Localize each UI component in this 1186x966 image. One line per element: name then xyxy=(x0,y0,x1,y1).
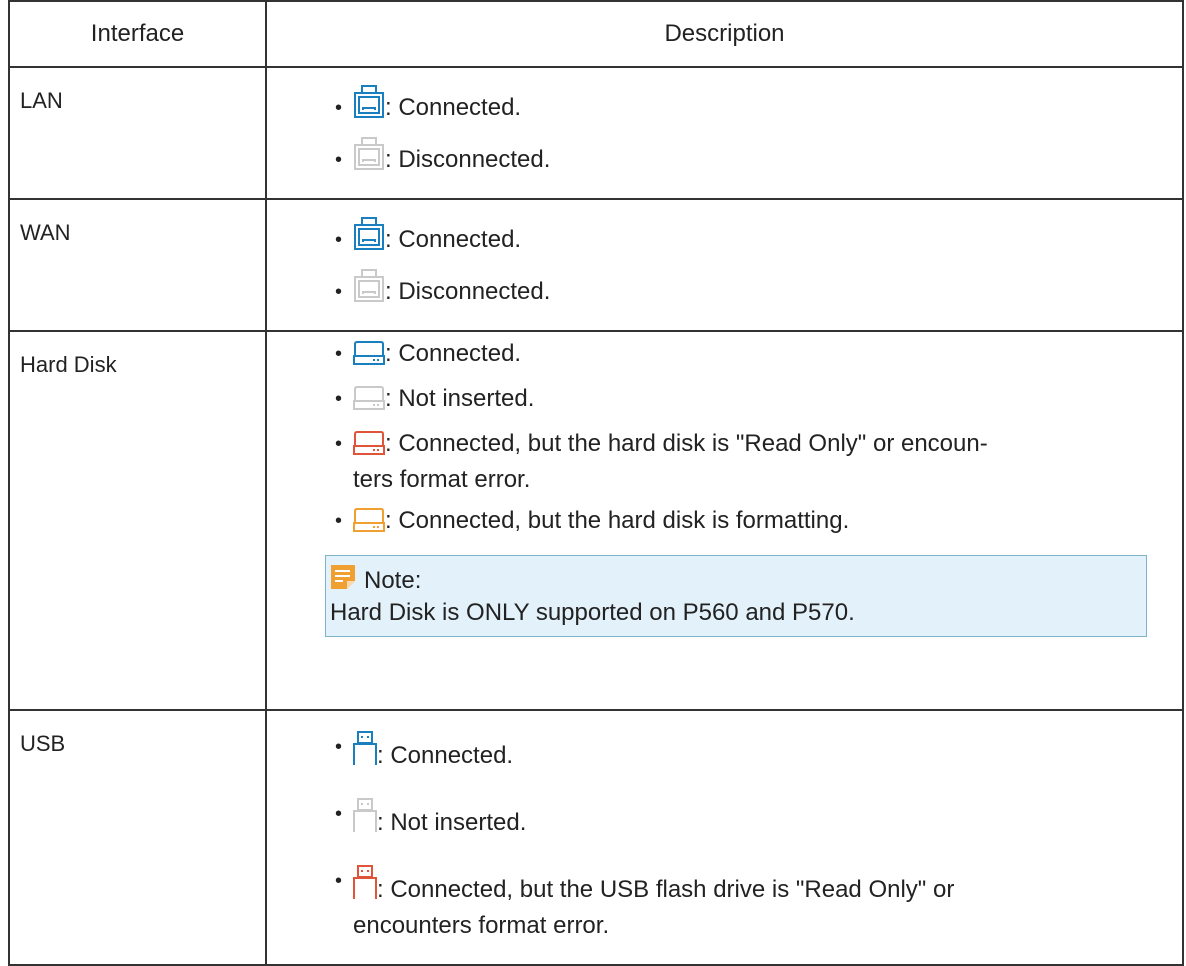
interface-description: • : Connected. • : Disconnected. xyxy=(265,198,1184,332)
note-body: Hard Disk is ONLY supported on P560 and … xyxy=(330,599,855,626)
hard-disk-icon xyxy=(353,508,385,541)
header-interface: Interface xyxy=(8,0,267,68)
hard-disk-icon xyxy=(353,386,385,419)
status-text: : Connected. xyxy=(385,226,522,253)
status-text: : Disconnected. xyxy=(385,278,551,305)
status-text: : Connected, but the hard disk is format… xyxy=(385,507,850,534)
usb-icon xyxy=(353,865,377,910)
status-text-continued: encounters format error. xyxy=(353,912,610,939)
note-title: Note: xyxy=(364,567,422,594)
status-text: : Connected. xyxy=(385,94,522,121)
list-item: • : Connected, but the hard disk is "Rea… xyxy=(335,430,988,493)
status-text: : Not inserted. xyxy=(385,385,535,412)
status-text: : Connected. xyxy=(385,340,522,367)
status-text: : Not inserted. xyxy=(377,809,527,836)
list-item: • : Connected. xyxy=(335,212,1182,264)
header-description: Description xyxy=(265,0,1184,68)
interface-name: LAN xyxy=(8,66,267,200)
header-row: Interface Description xyxy=(8,0,1184,68)
interface-description: • : Connected. • : Disconnected. xyxy=(265,66,1184,200)
usb-icon xyxy=(353,731,377,776)
list-item: • : Disconnected. xyxy=(335,264,1182,316)
hard-disk-icon xyxy=(353,431,385,464)
list-item: • : Disconnected. xyxy=(335,132,1182,184)
status-text-continued: ters format error. xyxy=(353,466,531,493)
usb-icon xyxy=(353,798,377,843)
list-item: • : Not inserted. xyxy=(335,798,1182,843)
status-text: : Connected. xyxy=(377,742,514,769)
status-text: : Connected, but the hard disk is "Read … xyxy=(385,430,988,457)
interface-description: • : Connected. • : Not inserted. •: Con… xyxy=(265,709,1184,966)
list-item: • : Not inserted. xyxy=(335,383,1182,419)
list-item: • : Connected. xyxy=(335,338,1182,374)
note-icon xyxy=(330,564,356,598)
table-row: LAN • : Connected. • : Disconnected. xyxy=(8,66,1184,200)
interface-name: Hard Disk xyxy=(8,330,267,711)
table-row: WAN • : Connected. • : Disconnected. xyxy=(8,198,1184,332)
lan-port-icon xyxy=(353,135,385,192)
table-row: USB • : Connected. • : Not inserted. •:… xyxy=(8,709,1184,966)
interface-name: WAN xyxy=(8,198,267,332)
table-row: Hard Disk • : Connected. • : Not inserte… xyxy=(8,330,1184,711)
hard-disk-icon xyxy=(353,341,385,374)
interface-table: Interface Description LAN • : Connected.… xyxy=(8,0,1184,966)
note-box: Note: Hard Disk is ONLY supported on P56… xyxy=(325,555,1147,637)
list-item: • : Connected, but the hard disk is form… xyxy=(335,505,1182,541)
status-text: : Disconnected. xyxy=(385,146,551,173)
list-item: • : Connected. xyxy=(335,80,1182,132)
interface-name: USB xyxy=(8,709,267,966)
list-item: • : Connected, but the USB flash drive i… xyxy=(335,865,1182,942)
wan-port-icon xyxy=(353,267,385,324)
list-item: • : Connected. xyxy=(335,731,1182,776)
interface-description: • : Connected. • : Not inserted. •: Con… xyxy=(265,330,1184,711)
